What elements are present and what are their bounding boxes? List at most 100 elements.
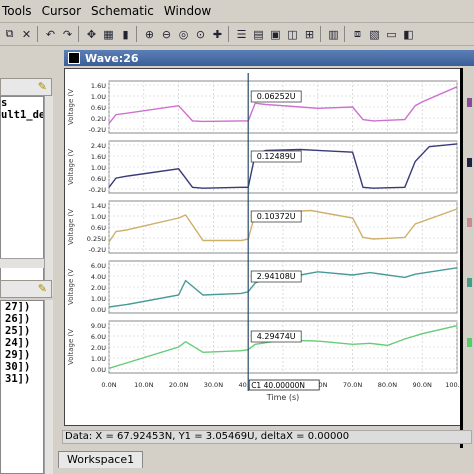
toolbar: ⧉ ✕ ↶ ↷ ✥ ▦ ▮ ⊕ ⊖ ◎ ⊙ ✚ ☰ ▤ ▣ ◫ ⊞ ▥ ⧈ ▧ …: [0, 23, 474, 46]
cursor-marker-value: 0.12489U: [257, 152, 296, 161]
y-tick-label: 0.6U: [91, 175, 106, 183]
pan-icon[interactable]: ✚: [210, 27, 225, 42]
y-tick-label: 1.0U: [91, 355, 106, 363]
window-icon: [68, 52, 80, 64]
waveform-chart[interactable]: 1.6U 1.0U 0.6U 0.2U -0.2U Voltage (V 0.06252U 2…: [65, 69, 469, 425]
zoom-in-icon[interactable]: ⊕: [142, 27, 157, 42]
y-tick-label: 0.0U: [91, 366, 106, 374]
y-tick-label: 1.4U: [91, 202, 106, 210]
menu-bar: Tools Cursor Schematic Window: [0, 0, 474, 23]
pencil-icon[interactable]: ✎: [38, 282, 47, 295]
strip-icon[interactable]: ☰: [234, 27, 249, 42]
legend-swatch[interactable]: [467, 278, 472, 287]
window-titlebar: Wave:26: [64, 50, 474, 66]
tab-workspace1[interactable]: Workspace1: [58, 451, 144, 468]
cursor-marker-value: 0.06252U: [257, 92, 296, 101]
x-tick-label: 20.0N: [169, 381, 188, 389]
copy-icon[interactable]: ⧉: [2, 27, 17, 42]
cursor-marker-value: 2.94108U: [257, 272, 296, 281]
toolbar-separator: [228, 26, 229, 42]
tree-item[interactable]: ult1_default: [1, 109, 43, 121]
y-tick-label: 6.0U: [91, 262, 106, 270]
y-axis-label: Voltage (V: [67, 149, 75, 185]
y-tick-label: 2.4U: [91, 142, 106, 150]
x-tick-label: 0.0N: [101, 381, 116, 389]
zoom-area-icon[interactable]: ⊙: [193, 27, 208, 42]
signal-list[interactable]: 27]) 26]) 25]) 24]) 29]) 30]) 31]): [0, 300, 44, 474]
toolbar-separator: [37, 26, 38, 42]
y-tick-label: -0.2U: [89, 246, 107, 254]
legend-swatch[interactable]: [467, 218, 472, 227]
grid-icon[interactable]: ▦: [101, 27, 116, 42]
window-title: Wave:26: [85, 51, 139, 65]
y-tick-label: 2.0U: [91, 284, 106, 292]
toolbar-separator: [320, 26, 321, 42]
y-tick-label: 0.6U: [91, 224, 106, 232]
pin-icon[interactable]: ▮: [118, 27, 133, 42]
menu-window[interactable]: Window: [162, 4, 213, 18]
legend-swatch[interactable]: [467, 338, 472, 347]
list-item[interactable]: 26]): [5, 313, 43, 325]
list-item[interactable]: 30]): [5, 361, 43, 373]
tile-icon[interactable]: ▧: [367, 27, 382, 42]
y-tick-label: 9.0U: [91, 322, 106, 330]
cursor-marker-value: 4.29474U: [257, 332, 296, 341]
waveform-canvas[interactable]: 1.6U 1.0U 0.6U 0.2U -0.2U Voltage (V 0.06252U 2…: [64, 68, 469, 426]
x-tick-label: 80.0N: [378, 381, 397, 389]
stack-icon[interactable]: ⧈: [350, 27, 365, 42]
cursor-readout: C1 40.00000N: [251, 381, 305, 390]
undo-icon[interactable]: ↶: [43, 27, 58, 42]
list-item[interactable]: 31]): [5, 373, 43, 385]
calculator-icon[interactable]: ▣: [268, 27, 283, 42]
menu-tools[interactable]: Tools: [0, 4, 34, 18]
cursor-marker-value: 0.10372U: [257, 212, 296, 221]
menu-cursor[interactable]: Cursor: [40, 4, 83, 18]
menu-schematic[interactable]: Schematic: [89, 4, 156, 18]
tree-scrollbar[interactable]: [44, 96, 53, 296]
zoom-out-icon[interactable]: ⊖: [159, 27, 174, 42]
y-tick-label: 1.0U: [91, 164, 106, 172]
x-tick-label: 100.0N: [445, 381, 461, 389]
legend-swatch[interactable]: [467, 158, 472, 167]
list-item[interactable]: 25]): [5, 325, 43, 337]
y-tick-label: -0.2U: [89, 126, 107, 134]
y-tick-label: 2.0U: [91, 344, 106, 352]
waveform-window: Wave:26 1.6U 1.0U 0.6U 0.2U -0.2U Voltage (V 0…: [58, 46, 474, 474]
delete-icon[interactable]: ✕: [19, 27, 34, 42]
pencil-icon[interactable]: ✎: [38, 80, 47, 93]
panel-divider[interactable]: [460, 68, 463, 448]
left-panel: ✎ s ult1_default ✎ 27]) 26]) 25]) 24]) 2…: [0, 46, 55, 474]
y-axis-label: Voltage (V: [67, 89, 75, 125]
list-item[interactable]: 27]): [5, 301, 43, 313]
tab-bar: Workspace1: [58, 448, 474, 474]
x-tick-label: 30.0N: [204, 381, 223, 389]
toolbar-separator: [136, 26, 137, 42]
horizontal-scrollbar[interactable]: [0, 258, 44, 268]
move-icon[interactable]: ✥: [84, 27, 99, 42]
y-tick-label: 0.2U: [91, 115, 106, 123]
y-axis-label: Voltage (V: [67, 269, 75, 305]
toolbar-separator: [78, 26, 79, 42]
y-axis-label: Voltage (V: [67, 329, 75, 365]
window-icon[interactable]: ▭: [384, 27, 399, 42]
x-tick-label: 70.0N: [343, 381, 362, 389]
redo-icon[interactable]: ↷: [60, 27, 75, 42]
marker-icon[interactable]: ⊞: [302, 27, 317, 42]
toolbar-separator: [344, 26, 345, 42]
list-item[interactable]: 24]): [5, 337, 43, 349]
legend-swatch[interactable]: [467, 98, 472, 107]
layout-icon[interactable]: ▥: [326, 27, 341, 42]
tree-item[interactable]: s: [1, 97, 43, 109]
table-icon[interactable]: ▤: [251, 27, 266, 42]
list-item[interactable]: 29]): [5, 349, 43, 361]
list-scrollbar[interactable]: [44, 300, 53, 474]
y-tick-label: 0.0U: [91, 306, 106, 314]
chart-icon[interactable]: ◫: [285, 27, 300, 42]
status-bar: Data: X = 67.92453N, Y1 = 3.05469U, delt…: [62, 430, 472, 444]
y-tick-label: 1.0U: [91, 93, 106, 101]
panel-header-bottom: ✎: [0, 280, 52, 298]
x-axis-label: Time (s): [266, 393, 300, 402]
panel-header-top: ✎: [0, 78, 52, 96]
zoom-fit-icon[interactable]: ◎: [176, 27, 191, 42]
split-icon[interactable]: ◧: [401, 27, 416, 42]
